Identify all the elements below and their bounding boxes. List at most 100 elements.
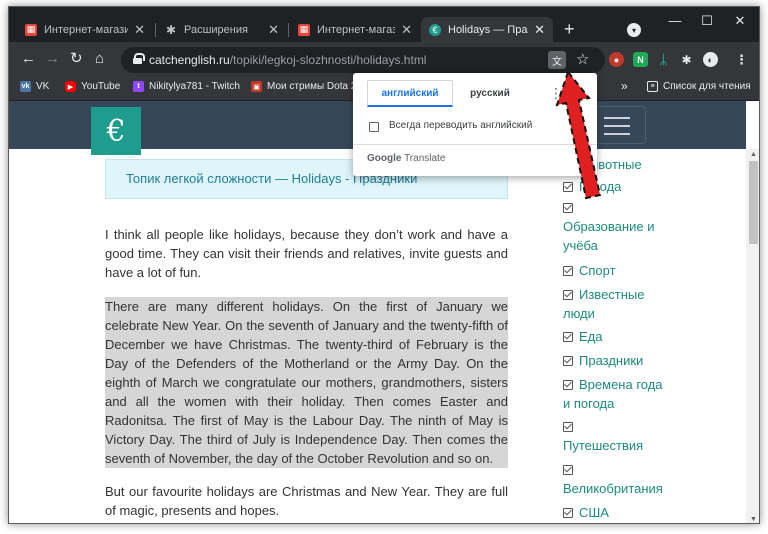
brand-google: Google	[367, 153, 402, 164]
tab-holidays[interactable]: € Holidays — Празд ✕	[421, 17, 553, 42]
category-label: Города	[579, 179, 622, 194]
check-icon	[563, 380, 573, 390]
category-item[interactable]: Спорт	[563, 261, 673, 280]
reading-list-icon: ≡	[647, 81, 658, 92]
tab-store-2[interactable]: ▦ Интернет-магазин ✕	[290, 17, 420, 42]
stream-icon: ▣	[251, 81, 262, 92]
home-icon[interactable]: ⌂	[95, 51, 104, 66]
tab-extensions[interactable]: ✱ Расширения ✕	[157, 17, 287, 42]
category-label: Времена года и погода	[563, 377, 663, 411]
tab-target-language[interactable]: русский	[456, 80, 524, 107]
reading-list-label: Список для чтения	[663, 81, 751, 92]
check-icon	[563, 332, 573, 342]
browser-window: ▦ Интернет-магазин ✕ ✱ Расширения ✕ ▦ Ин…	[8, 6, 760, 524]
always-translate-checkbox[interactable]	[369, 122, 379, 132]
more-options-icon[interactable]: ⋮	[549, 85, 563, 102]
catchenglish-icon: €	[429, 23, 441, 36]
check-icon	[563, 356, 573, 366]
tab-divider	[288, 23, 289, 37]
puzzle-icon: ✱	[165, 22, 177, 37]
menu-kebab-icon[interactable]: ⋮	[734, 52, 749, 67]
close-tab-icon[interactable]: ✕	[134, 22, 145, 38]
tab-title: Holidays — Празд	[448, 23, 528, 36]
forward-icon[interactable]: →	[45, 51, 60, 66]
page-scrollbar[interactable]: ▲ ▼	[746, 149, 759, 523]
always-translate-label: Всегда переводить английский	[389, 120, 533, 131]
category-label: Образование и учёба	[563, 219, 655, 253]
store-icon: ▦	[298, 23, 310, 36]
url-text[interactable]: catchenglish.ru/topiki/legkoj-slozhnosti…	[149, 53, 426, 67]
check-icon	[563, 508, 573, 518]
bookmark-label: YouTube	[81, 81, 121, 92]
category-item[interactable]: Известные люди	[563, 285, 673, 323]
category-item[interactable]: Праздники	[563, 351, 673, 370]
bookmark-label: Nikitylya781 - Twitch	[149, 81, 240, 92]
category-label: Спорт	[579, 263, 616, 278]
vk-icon: vk	[20, 81, 31, 92]
tab-title: Расширения	[184, 23, 248, 36]
category-item[interactable]: Еда	[563, 327, 673, 346]
category-label: Праздники	[579, 353, 644, 368]
tab-source-language[interactable]: английский	[367, 80, 453, 107]
url-path: /topiki/legkoj-slozhnosti/holidays.html	[229, 53, 427, 67]
minimize-button[interactable]: —	[660, 13, 690, 28]
tab-search-icon[interactable]: ▾	[627, 23, 641, 37]
bookmark-vk[interactable]: vk VK	[20, 81, 49, 92]
site-logo[interactable]: €	[91, 107, 141, 155]
google-translate-brand: Google Translate	[367, 153, 445, 164]
profile-avatar[interactable]: ◐	[703, 52, 718, 67]
close-tab-icon[interactable]: ✕	[534, 22, 545, 38]
youtube-icon: ▶	[65, 81, 76, 92]
reading-list-button[interactable]: ≡ Список для чтения	[647, 81, 751, 92]
bookmark-youtube[interactable]: ▶ YouTube	[65, 81, 120, 92]
tab-store-1[interactable]: ▦ Интернет-магазин ✕	[17, 17, 153, 42]
category-item[interactable]: Времена года и погода	[563, 375, 673, 413]
extensions-puzzle-icon[interactable]: ✱	[679, 52, 694, 67]
tab-title: Интернет-магазин	[317, 23, 395, 36]
category-label: Еда	[579, 329, 603, 344]
toolbar: ← → ↻ ⌂ catchenglish.ru/topiki/legkoj-sl…	[9, 42, 759, 77]
category-label: Известные люди	[563, 287, 645, 321]
tab-divider	[155, 23, 156, 37]
paragraph-3: But our favourite holidays are Christmas…	[105, 484, 508, 518]
brand-translate: Translate	[404, 153, 446, 164]
category-item[interactable]: Путешествия	[563, 417, 673, 455]
extension-red-icon[interactable]: ●	[609, 52, 624, 67]
lock-icon[interactable]	[133, 53, 145, 64]
bookmark-twitch[interactable]: t Nikitylya781 - Twitch	[133, 81, 240, 92]
category-item[interactable]: Образование и учёба	[563, 198, 673, 255]
check-icon	[563, 203, 573, 213]
tab-strip: ▦ Интернет-магазин ✕ ✱ Расширения ✕ ▦ Ин…	[9, 7, 759, 42]
bookmark-dota[interactable]: ▣ Мои стримы Dota 2	[251, 81, 356, 92]
extension-n-icon[interactable]: N	[633, 52, 648, 67]
close-tab-icon[interactable]: ✕	[401, 22, 412, 38]
back-icon[interactable]: ←	[21, 51, 36, 66]
category-item[interactable]: Города	[563, 177, 673, 196]
bookmarks-overflow-button[interactable]: »	[621, 79, 628, 93]
category-item[interactable]: Великобритания	[563, 460, 673, 498]
new-tab-button[interactable]: +	[564, 20, 575, 38]
category-item[interactable]: США	[563, 503, 673, 522]
translate-icon[interactable]: 文	[548, 51, 566, 69]
divider	[353, 144, 597, 145]
close-window-button[interactable]: ✕	[725, 13, 755, 29]
category-label: Великобритания	[563, 481, 663, 496]
close-tab-icon[interactable]: ✕	[268, 22, 279, 38]
scroll-down-icon[interactable]: ▼	[750, 516, 757, 523]
bookmark-label: Мои стримы Dota 2	[267, 81, 357, 92]
paragraph-2-selected: There are many different holidays. On th…	[105, 297, 508, 468]
url-host: catchenglish.ru	[149, 53, 230, 67]
extension-k-icon[interactable]: ᛦ	[656, 52, 671, 67]
scrollbar-thumb[interactable]	[749, 161, 758, 244]
tab-title: Интернет-магазин	[44, 23, 129, 36]
twitch-icon: t	[133, 81, 144, 92]
check-icon	[563, 266, 573, 276]
scroll-up-icon[interactable]: ▲	[750, 151, 757, 158]
check-icon	[563, 290, 573, 300]
check-icon	[563, 422, 573, 432]
reload-icon[interactable]: ↻	[70, 51, 83, 66]
category-label: Путешествия	[563, 438, 644, 453]
address-bar[interactable]: catchenglish.ru/topiki/legkoj-slozhnosti…	[121, 47, 605, 73]
maximize-button[interactable]: ☐	[692, 13, 722, 29]
bookmark-star-icon[interactable]: ☆	[576, 50, 589, 68]
